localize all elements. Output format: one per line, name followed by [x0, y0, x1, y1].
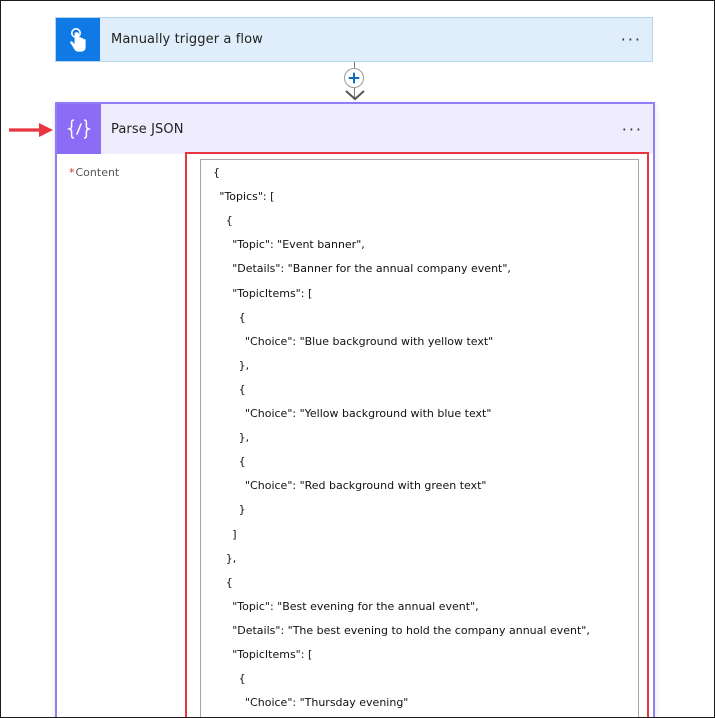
- required-mark: *: [69, 166, 75, 179]
- braces-icon: [67, 119, 91, 139]
- annotation-arrow-icon: [9, 123, 53, 137]
- trigger-card[interactable]: Manually trigger a flow ···: [55, 17, 653, 62]
- add-step-icon: [348, 72, 360, 84]
- designer-canvas: Manually trigger a flow ··· Parse JSON ·…: [0, 0, 715, 718]
- add-step-button[interactable]: [344, 68, 364, 88]
- touch-hand-icon: [70, 27, 86, 52]
- trigger-more-options-button[interactable]: ···: [621, 18, 642, 61]
- trigger-icon-box: [56, 18, 100, 61]
- parse-json-card[interactable]: Parse JSON ··· *Content {"Topics": [{"To…: [55, 102, 655, 717]
- connector-arrow-icon: [345, 90, 365, 101]
- trigger-title: Manually trigger a flow: [111, 32, 263, 47]
- parse-json-header[interactable]: Parse JSON ···: [57, 104, 653, 154]
- content-field-label: *Content: [69, 166, 119, 179]
- parse-json-more-options-button[interactable]: ···: [622, 104, 643, 154]
- parse-json-icon-box: [57, 104, 101, 154]
- content-label-text: Content: [75, 166, 120, 179]
- highlight-box: [185, 152, 649, 717]
- parse-json-title: Parse JSON: [111, 121, 184, 137]
